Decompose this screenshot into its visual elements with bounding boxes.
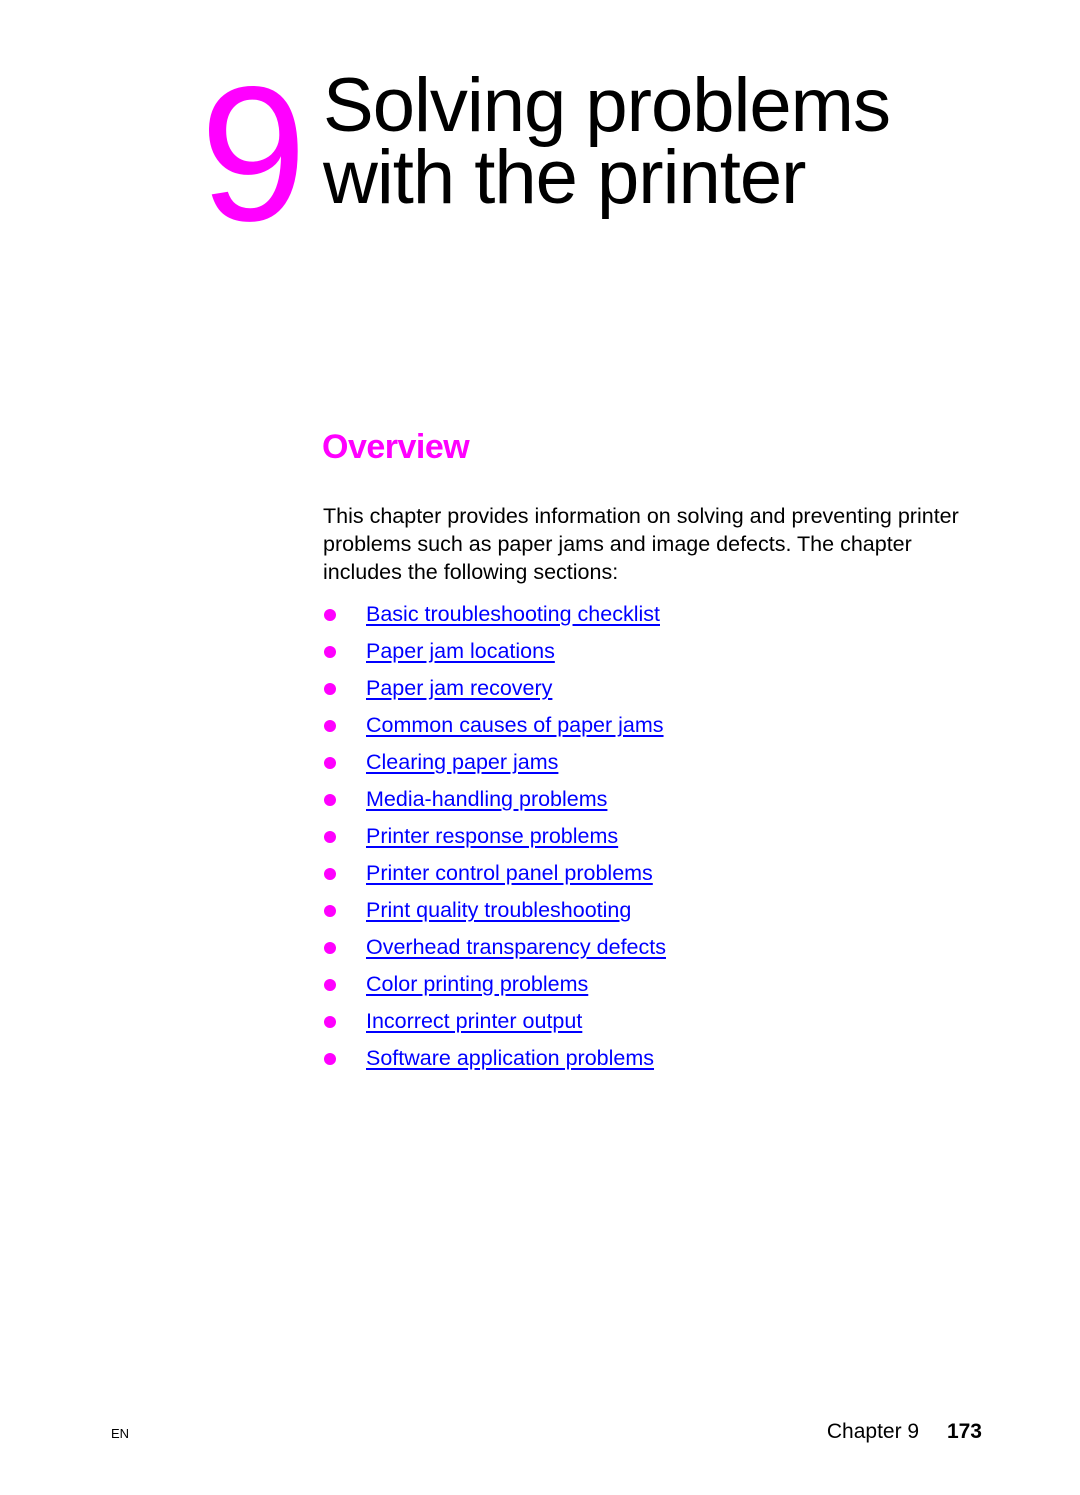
link-overhead-transparency-defects[interactable]: Overhead transparency defects bbox=[366, 935, 666, 960]
chapter-number: 9 bbox=[200, 46, 307, 261]
bullet-icon bbox=[324, 682, 336, 695]
bullet-icon bbox=[324, 793, 336, 806]
link-paper-jam-locations[interactable]: Paper jam locations bbox=[366, 639, 555, 664]
bullet-icon bbox=[324, 756, 336, 769]
bullet-icon bbox=[324, 719, 336, 732]
list-item: Software application problems bbox=[322, 1040, 666, 1077]
list-item: Paper jam recovery bbox=[322, 670, 666, 707]
footer-page-info: Chapter 9 173 bbox=[827, 1420, 982, 1444]
bullet-icon bbox=[324, 830, 336, 843]
link-printer-control-panel-problems[interactable]: Printer control panel problems bbox=[366, 861, 653, 886]
list-item: Incorrect printer output bbox=[322, 1003, 666, 1040]
chapter-title-line-2: with the printer bbox=[323, 135, 806, 220]
list-item: Color printing problems bbox=[322, 966, 666, 1003]
link-color-printing-problems[interactable]: Color printing problems bbox=[366, 972, 588, 997]
list-item: Common causes of paper jams bbox=[322, 707, 666, 744]
list-item: Printer control panel problems bbox=[322, 855, 666, 892]
list-item: Printer response problems bbox=[322, 818, 666, 855]
link-incorrect-printer-output[interactable]: Incorrect printer output bbox=[366, 1009, 582, 1034]
link-print-quality-troubleshooting[interactable]: Print quality troubleshooting bbox=[366, 898, 631, 923]
bullet-icon bbox=[324, 608, 336, 621]
list-item: Media-handling problems bbox=[322, 781, 666, 818]
link-paper-jam-recovery[interactable]: Paper jam recovery bbox=[366, 676, 552, 701]
link-software-application-problems[interactable]: Software application problems bbox=[366, 1046, 654, 1071]
bullet-icon bbox=[324, 1052, 336, 1065]
bullet-icon bbox=[324, 904, 336, 917]
bullet-icon bbox=[324, 941, 336, 954]
list-item: Overhead transparency defects bbox=[322, 929, 666, 966]
link-media-handling-problems[interactable]: Media-handling problems bbox=[366, 787, 607, 812]
overview-intro: This chapter provides information on sol… bbox=[323, 504, 959, 584]
section-link-list: Basic troubleshooting checklist Paper ja… bbox=[322, 596, 666, 1077]
list-item: Paper jam locations bbox=[322, 633, 666, 670]
list-item: Clearing paper jams bbox=[322, 744, 666, 781]
link-printer-response-problems[interactable]: Printer response problems bbox=[366, 824, 618, 849]
overview-heading: Overview bbox=[322, 428, 470, 466]
chapter-title-line-1: Solving problems bbox=[323, 63, 891, 148]
list-item: Basic troubleshooting checklist bbox=[322, 596, 666, 633]
bullet-icon bbox=[324, 1015, 336, 1028]
link-common-causes-of-paper-jams[interactable]: Common causes of paper jams bbox=[366, 713, 664, 738]
bullet-icon bbox=[324, 978, 336, 991]
list-item: Print quality troubleshooting bbox=[322, 892, 666, 929]
bullet-icon bbox=[324, 867, 336, 880]
bullet-icon bbox=[324, 645, 336, 658]
footer-chapter-label: Chapter 9 bbox=[826, 1420, 920, 1443]
link-clearing-paper-jams[interactable]: Clearing paper jams bbox=[366, 750, 558, 775]
chapter-title: Solving problems with the printer bbox=[323, 63, 891, 220]
footer-page-number: 173 bbox=[946, 1420, 982, 1443]
footer-language: EN bbox=[111, 1426, 130, 1441]
link-basic-troubleshooting-checklist[interactable]: Basic troubleshooting checklist bbox=[366, 602, 660, 627]
